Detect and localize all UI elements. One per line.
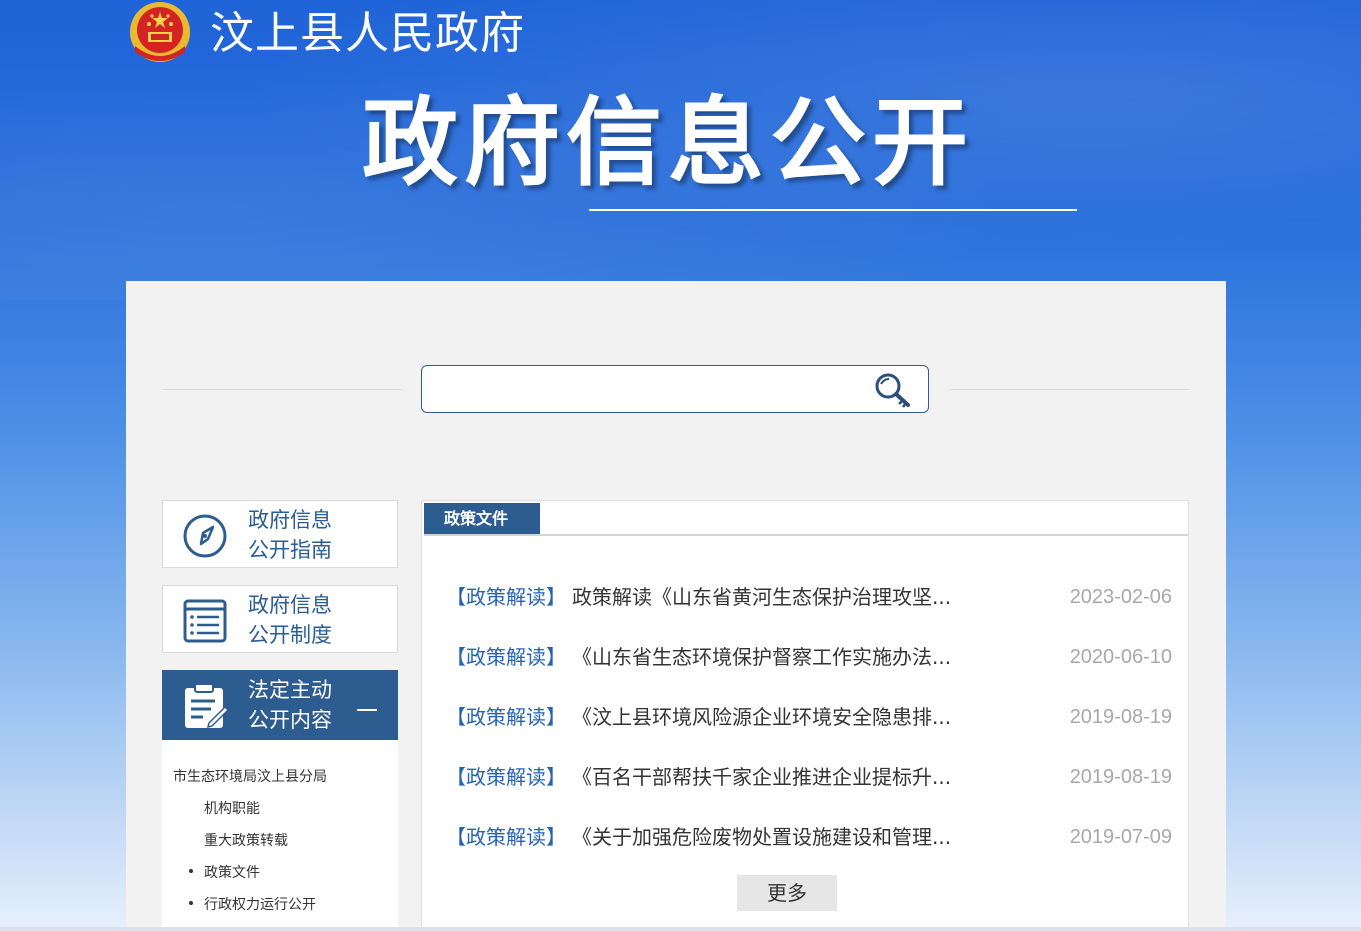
tab-divider xyxy=(424,534,1188,536)
item-title[interactable]: 《百名干部帮扶千家企业推进企业提标升... xyxy=(572,762,974,792)
clipboard-edit-icon xyxy=(185,683,229,729)
item-title[interactable]: 《汶上县环境风险源企业环境安全隐患排... xyxy=(572,702,974,732)
item-date: 2023-02-06 xyxy=(1069,586,1172,608)
search-key-icon[interactable] xyxy=(872,371,914,409)
sidebar-item-label: 政府信息 公开指南 xyxy=(248,508,332,562)
sub-item-functions[interactable]: 机构职能 xyxy=(204,798,260,818)
sidebar-item-label: 法定主动 公开内容 xyxy=(248,678,332,732)
item-category: 【政策解读】 xyxy=(446,585,566,609)
page-title: 政府信息公开 xyxy=(362,87,974,199)
sidebar-item-system[interactable]: 政府信息 公开制度 xyxy=(162,585,398,653)
list-item[interactable]: 【政策解读】 《关于加强危险废物处置设施建设和管理... 2019-07-09 xyxy=(446,822,1172,852)
list-document-icon xyxy=(183,599,227,643)
search-input[interactable] xyxy=(432,374,856,406)
item-category: 【政策解读】 xyxy=(446,705,566,729)
national-emblem-icon xyxy=(130,2,190,62)
bullet-icon xyxy=(189,869,193,873)
collapse-minus-icon[interactable] xyxy=(357,709,377,711)
tab-policy-docs[interactable]: 政策文件 xyxy=(424,503,540,535)
item-title[interactable]: 《关于加强危险废物处置设施建设和管理... xyxy=(572,822,974,852)
item-title[interactable]: 政策解读《山东省黄河生态保护治理攻坚... xyxy=(572,582,974,612)
item-title[interactable]: 《山东省生态环境保护督察工作实施办法... xyxy=(572,642,974,672)
item-date: 2019-08-19 xyxy=(1069,766,1172,788)
item-category: 【政策解读】 xyxy=(446,825,566,849)
sub-item-policy-reprint[interactable]: 重大政策转载 xyxy=(204,830,288,850)
item-date: 2019-07-09 xyxy=(1069,826,1172,848)
list-item[interactable]: 【政策解读】 《百名干部帮扶千家企业推进企业提标升... 2019-08-19 xyxy=(446,762,1172,792)
more-button[interactable]: 更多 xyxy=(737,875,837,911)
site-name[interactable]: 汶上县人民政府 xyxy=(210,6,525,62)
search-box xyxy=(421,365,929,413)
list-item[interactable]: 【政策解读】 政策解读《山东省黄河生态保护治理攻坚... 2023-02-06 xyxy=(446,582,1172,612)
title-underline xyxy=(589,209,1077,211)
bottom-strip xyxy=(0,927,1361,931)
sidebar-item-guide[interactable]: 政府信息 公开指南 xyxy=(162,500,398,568)
item-date: 2020-06-10 xyxy=(1069,646,1172,668)
content-box: 政策文件 【政策解读】 政策解读《山东省黄河生态保护治理攻坚... 2023-0… xyxy=(421,500,1189,931)
item-category: 【政策解读】 xyxy=(446,645,566,669)
main-panel: 政府信息 公开指南 政府信息 公开制度 法定主动 公开内容 市生态环境局汶上县分… xyxy=(126,281,1226,931)
list-item[interactable]: 【政策解读】 《山东省生态环境保护督察工作实施办法... 2020-06-10 xyxy=(446,642,1172,672)
sub-item-policy-docs[interactable]: 政策文件 xyxy=(204,862,260,882)
sub-item-admin-power[interactable]: 行政权力运行公开 xyxy=(204,894,316,914)
compass-icon xyxy=(183,514,227,558)
sidebar-sub-list: 市生态环境局汶上县分局 机构职能 重大政策转载 政策文件 行政权力运行公开 xyxy=(162,740,398,931)
item-date: 2019-08-19 xyxy=(1069,706,1172,728)
search-divider-left xyxy=(162,389,402,390)
item-category: 【政策解读】 xyxy=(446,765,566,789)
search-divider-right xyxy=(950,389,1190,390)
sub-item-org[interactable]: 市生态环境局汶上县分局 xyxy=(173,766,327,786)
list-item[interactable]: 【政策解读】 《汶上县环境风险源企业环境安全隐患排... 2019-08-19 xyxy=(446,702,1172,732)
bullet-icon xyxy=(189,901,193,905)
sidebar-item-statutory[interactable]: 法定主动 公开内容 xyxy=(162,670,398,740)
sidebar-item-label: 政府信息 公开制度 xyxy=(248,593,332,647)
